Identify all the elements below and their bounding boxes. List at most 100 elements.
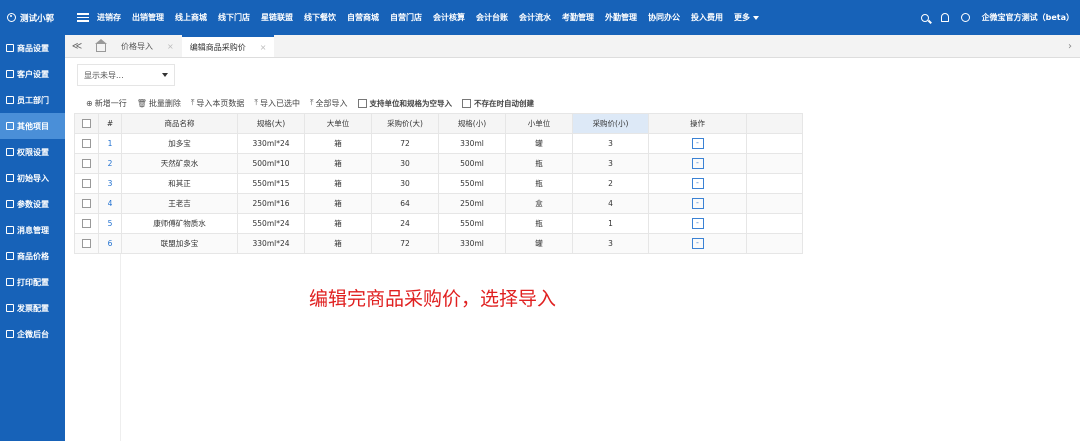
table-cell[interactable]: 330ml*24 [237, 133, 305, 154]
row-select-cell[interactable] [74, 173, 99, 194]
search-icon[interactable] [920, 13, 929, 22]
nav-item[interactable]: 投入费用 [691, 12, 723, 23]
table-cell[interactable]: 王老吉 [121, 193, 238, 214]
close-icon[interactable]: × [260, 43, 267, 52]
table-cell[interactable]: 盒 [505, 193, 573, 214]
sidebar-item[interactable]: 初始导入 [0, 165, 65, 191]
remove-row-button[interactable]: - [691, 138, 704, 149]
table-cell[interactable]: 72 [371, 233, 439, 254]
sidebar-item[interactable]: 其他项目 [0, 113, 65, 139]
sidebar-item[interactable]: 员工部门 [0, 87, 65, 113]
remove-row-button[interactable]: - [691, 238, 704, 249]
table-cell[interactable]: 箱 [304, 233, 372, 254]
sidebar-item[interactable]: 客户设置 [0, 61, 65, 87]
nav-item[interactable]: 出销管理 [132, 12, 164, 23]
bell-icon[interactable] [940, 13, 949, 22]
row-select-cell[interactable] [74, 193, 99, 214]
table-cell[interactable]: 天然矿泉水 [121, 153, 238, 174]
sidebar-item[interactable]: 打印配置 [0, 269, 65, 295]
nav-item[interactable]: 协同办公 [648, 12, 680, 23]
sidebar-item[interactable]: 发票配置 [0, 295, 65, 321]
column-header[interactable]: 采购价(小) [572, 113, 649, 134]
row-checkbox[interactable] [82, 199, 91, 209]
brand[interactable]: 测试小郭 [0, 12, 73, 24]
table-row[interactable]: 6 联盟加多宝 330ml*24 箱 72 330ml 罐 3 - [74, 233, 803, 254]
row-select-cell[interactable] [74, 133, 99, 154]
table-cell[interactable]: 1 [572, 213, 649, 234]
table-cell[interactable]: 330ml [438, 133, 506, 154]
table-cell[interactable]: 加多宝 [121, 133, 238, 154]
tab-scroll-right-icon[interactable]: › [1068, 35, 1080, 57]
row-select-cell[interactable] [74, 213, 99, 234]
nav-item[interactable]: 线下餐饮 [304, 12, 336, 23]
table-cell[interactable]: 2 [572, 173, 649, 194]
table-cell[interactable]: 瓶 [505, 173, 573, 194]
home-tab-button[interactable] [89, 35, 113, 57]
sidebar-item[interactable]: 参数设置 [0, 191, 65, 217]
table-cell[interactable]: 箱 [304, 213, 372, 234]
column-header[interactable]: 大单位 [304, 113, 372, 134]
remove-row-button[interactable]: - [691, 218, 704, 229]
filter-select[interactable]: 显示未导... [77, 64, 175, 86]
select-all-cell[interactable] [74, 113, 99, 134]
table-cell[interactable]: 330ml*24 [237, 233, 305, 254]
row-checkbox[interactable] [82, 239, 91, 249]
table-cell[interactable]: 550ml*24 [237, 213, 305, 234]
user-name[interactable]: 企微宝官方测试（beta） [982, 12, 1074, 23]
nav-item[interactable]: 考勤管理 [562, 12, 594, 23]
collapse-tabs-button[interactable]: ≪ [65, 35, 89, 57]
table-cell[interactable]: 康师傅矿物质水 [121, 213, 238, 234]
nav-item[interactable]: 自营门店 [390, 12, 422, 23]
table-cell[interactable]: 330ml [438, 233, 506, 254]
table-cell[interactable]: 4 [572, 193, 649, 214]
nav-item[interactable]: 线上商城 [175, 12, 207, 23]
menu-icon[interactable] [77, 13, 89, 22]
import-page-button[interactable]: ⤒ 导入本页数据 [191, 98, 245, 109]
nav-item[interactable]: 会计核算 [433, 12, 465, 23]
table-cell[interactable]: 250ml [438, 193, 506, 214]
column-header[interactable]: 商品名称 [121, 113, 238, 134]
table-row[interactable]: 1 加多宝 330ml*24 箱 72 330ml 罐 3 - [74, 133, 803, 154]
batch-delete-button[interactable]: 🗑 批量删除 [137, 98, 181, 109]
row-checkbox[interactable] [82, 139, 91, 149]
row-checkbox[interactable] [82, 179, 91, 189]
table-cell[interactable]: 3 [572, 133, 649, 154]
chat-icon[interactable] [960, 13, 970, 22]
table-cell[interactable]: 罐 [505, 133, 573, 154]
nav-item[interactable]: 星链联盟 [261, 12, 293, 23]
table-cell[interactable]: 500ml*10 [237, 153, 305, 174]
sidebar-item[interactable]: 企微后台 [0, 321, 65, 347]
table-cell[interactable]: 30 [371, 153, 439, 174]
column-header[interactable]: 操作 [648, 113, 747, 134]
table-cell[interactable]: 瓶 [505, 213, 573, 234]
nav-item[interactable]: 进销存 [97, 12, 121, 23]
row-checkbox[interactable] [82, 219, 91, 229]
row-select-cell[interactable] [74, 233, 99, 254]
auto-create-checkbox[interactable]: 不存在时自动创建 [462, 98, 534, 109]
import-selected-button[interactable]: ⤒ 导入已选中 [254, 98, 300, 109]
import-all-button[interactable]: ⤒ 全部导入 [310, 98, 348, 109]
sidebar-item[interactable]: 权限设置 [0, 139, 65, 165]
table-cell[interactable]: 3 [572, 153, 649, 174]
sidebar-item[interactable]: 消息管理 [0, 217, 65, 243]
table-row[interactable]: 5 康师傅矿物质水 550ml*24 箱 24 550ml 瓶 1 - [74, 213, 803, 234]
nav-more-menu[interactable]: 更多 [734, 12, 759, 23]
remove-row-button[interactable]: - [691, 198, 704, 209]
table-cell[interactable]: 250ml*16 [237, 193, 305, 214]
table-row[interactable]: 4 王老吉 250ml*16 箱 64 250ml 盒 4- [74, 193, 803, 214]
tab-price-import[interactable]: 价格导入 × [113, 35, 182, 57]
nav-item[interactable]: 外勤管理 [605, 12, 637, 23]
remove-row-button[interactable]: - [691, 178, 704, 189]
row-select-cell[interactable] [74, 153, 99, 174]
sidebar-item[interactable]: 商品价格 [0, 243, 65, 269]
column-header[interactable]: 采购价(大) [371, 113, 439, 134]
table-cell[interactable]: 和其正 [121, 173, 238, 194]
close-icon[interactable]: × [167, 42, 174, 51]
sidebar-item[interactable]: 商品设置 [0, 35, 65, 61]
table-cell[interactable]: 箱 [304, 133, 372, 154]
table-row[interactable]: 2 天然矿泉水 500ml*10 箱 30 500ml 瓶 3 - [74, 153, 803, 174]
nav-item[interactable]: 线下门店 [218, 12, 250, 23]
nav-item[interactable]: 会计流水 [519, 12, 551, 23]
table-cell[interactable]: 72 [371, 133, 439, 154]
tab-edit-purchase-price[interactable]: 编辑商品采购价 × [181, 35, 275, 57]
